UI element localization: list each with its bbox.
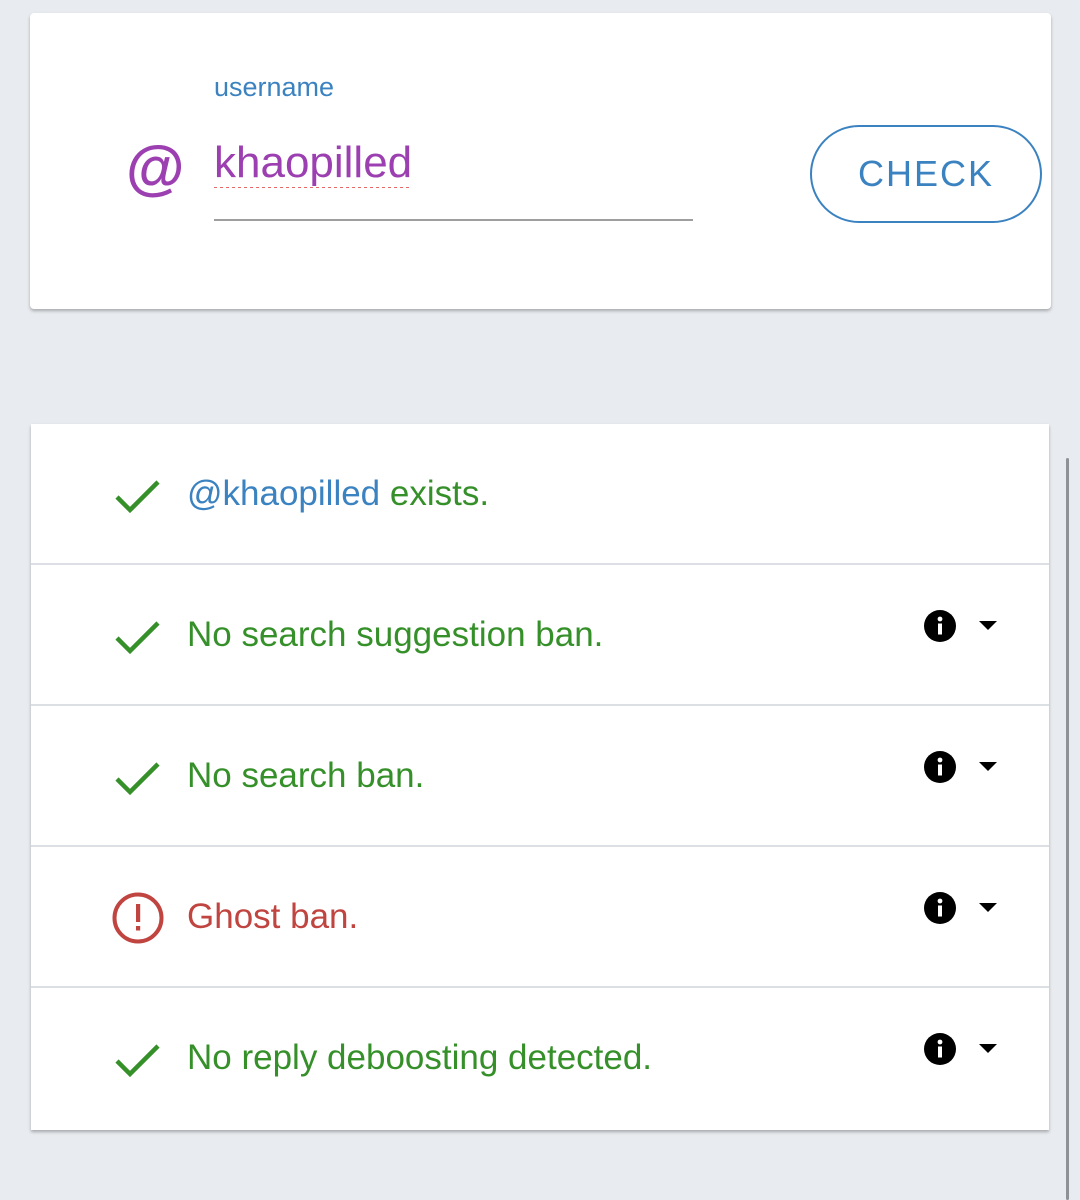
username-link[interactable]: @khaopilled <box>187 474 380 513</box>
result-text-ghost-ban: Ghost ban. <box>187 897 359 936</box>
check-icon <box>115 1044 160 1078</box>
info-icon[interactable] <box>924 892 956 924</box>
chevron-down-icon[interactable] <box>979 903 997 913</box>
info-icon[interactable] <box>924 1033 956 1065</box>
check-icon <box>115 762 160 796</box>
page: username @ CHECK @khaopilled exists. No … <box>0 0 1080 1200</box>
chevron-down-icon[interactable] <box>979 621 997 631</box>
result-row-reply-deboosting[interactable]: No reply deboosting detected. <box>31 988 1049 1130</box>
at-icon: @ <box>126 134 185 201</box>
username-card: username @ CHECK <box>30 13 1051 309</box>
result-text-exists: @khaopilled exists. <box>187 472 489 516</box>
result-row-search-suggestion-ban[interactable]: No search suggestion ban. <box>31 565 1049 706</box>
check-icon <box>115 621 160 655</box>
check-icon <box>115 480 160 514</box>
result-text-exists-suffix: exists. <box>380 474 490 513</box>
result-text-search-suggestion-ban: No search suggestion ban. <box>187 615 604 654</box>
result-row-exists: @khaopilled exists. <box>31 424 1049 565</box>
result-row-search-ban[interactable]: No search ban. <box>31 706 1049 847</box>
result-text-search-ban: No search ban. <box>187 756 425 795</box>
chevron-down-icon[interactable] <box>979 762 997 772</box>
username-input[interactable] <box>214 133 692 193</box>
results-card: @khaopilled exists. No search suggestion… <box>31 424 1049 1130</box>
info-icon[interactable] <box>924 751 956 783</box>
result-text-reply-deboosting: No reply deboosting detected. <box>187 1038 653 1077</box>
username-input-underline <box>214 219 693 221</box>
scrollbar[interactable] <box>1066 458 1069 1200</box>
alert-circle-icon <box>112 892 164 944</box>
result-row-ghost-ban[interactable]: Ghost ban. <box>31 847 1049 988</box>
username-field-label: username <box>214 72 335 102</box>
info-icon[interactable] <box>924 610 956 642</box>
check-button[interactable]: CHECK <box>810 125 1042 223</box>
chevron-down-icon[interactable] <box>979 1044 997 1054</box>
